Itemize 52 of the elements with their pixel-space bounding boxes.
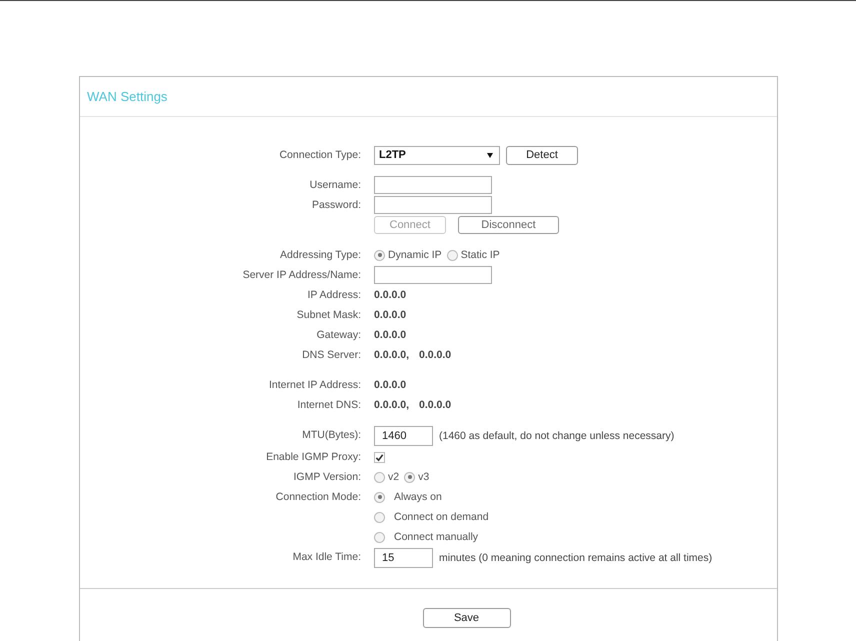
option-label: Static IP [460,249,500,261]
field-label: IP Address: [307,289,361,301]
hint-text: (1460 as default, do not change unless necessary) [439,430,674,442]
field-label: Addressing Type: [280,249,361,261]
field-label: Max Idle Time: [292,551,361,563]
option-label: v2 [388,471,400,483]
field-label: IGMP Version: [293,471,361,483]
input-field[interactable]: 15 [374,548,433,568]
field-label: Server IP Address/Name: [242,269,361,281]
radio-button[interactable] [374,492,385,502]
input-field[interactable] [374,266,492,284]
value-text: 0.0.0.0 [374,379,406,391]
value-text: 0.0.0.0, [374,349,410,361]
value-text: 0.0.0.0, [374,399,410,411]
radio-button[interactable] [374,512,385,522]
radio-button[interactable] [404,472,416,482]
connection-type-dropdown[interactable]: L2TP [374,146,500,164]
detect-button[interactable]: Detect [506,146,578,164]
radio-button[interactable] [374,532,385,542]
field-label: Connection Mode: [276,491,361,503]
option-label: v3 [418,471,430,483]
field-label: Username: [310,179,361,191]
field-label: DNS Server: [302,349,361,361]
value-text: 0.0.0.0 [374,309,406,321]
field-label: Internet IP Address: [268,379,361,391]
option-label: Connect manually [394,531,478,543]
action-button[interactable]: Disconnect [458,216,559,234]
field-label: MTU(Bytes): [302,429,361,441]
field-label: Internet DNS: [297,399,361,411]
option-label: Always on [394,491,442,503]
field-label: Password: [312,199,361,211]
radio-button[interactable] [446,250,458,260]
field-label: Subnet Mask: [296,309,361,321]
save-button[interactable]: Save [422,608,510,628]
field-label: Gateway: [316,329,361,341]
checkbox[interactable] [374,452,385,462]
input-field[interactable] [374,176,492,194]
field-label: Connection Type: [279,149,361,161]
value-text: 0.0.0.0 [374,329,406,341]
hint-text: minutes (0 meaning connection remains active at all times) [439,552,712,564]
radio-button[interactable] [374,472,385,482]
option-label: Dynamic IP [388,249,442,261]
field-label: Enable IGMP Proxy: [266,451,361,463]
input-field[interactable]: 1460 [374,426,433,446]
option-label: Connect on demand [394,511,489,523]
value-text: 0.0.0.0 [374,289,406,301]
value-text: 0.0.0.0 [419,399,452,411]
panel-title: WAN Settings [87,89,168,104]
caret-icon [487,152,493,158]
radio-button[interactable] [374,250,385,260]
value-text: 0.0.0.0 [419,349,452,361]
input-field[interactable] [374,196,492,214]
